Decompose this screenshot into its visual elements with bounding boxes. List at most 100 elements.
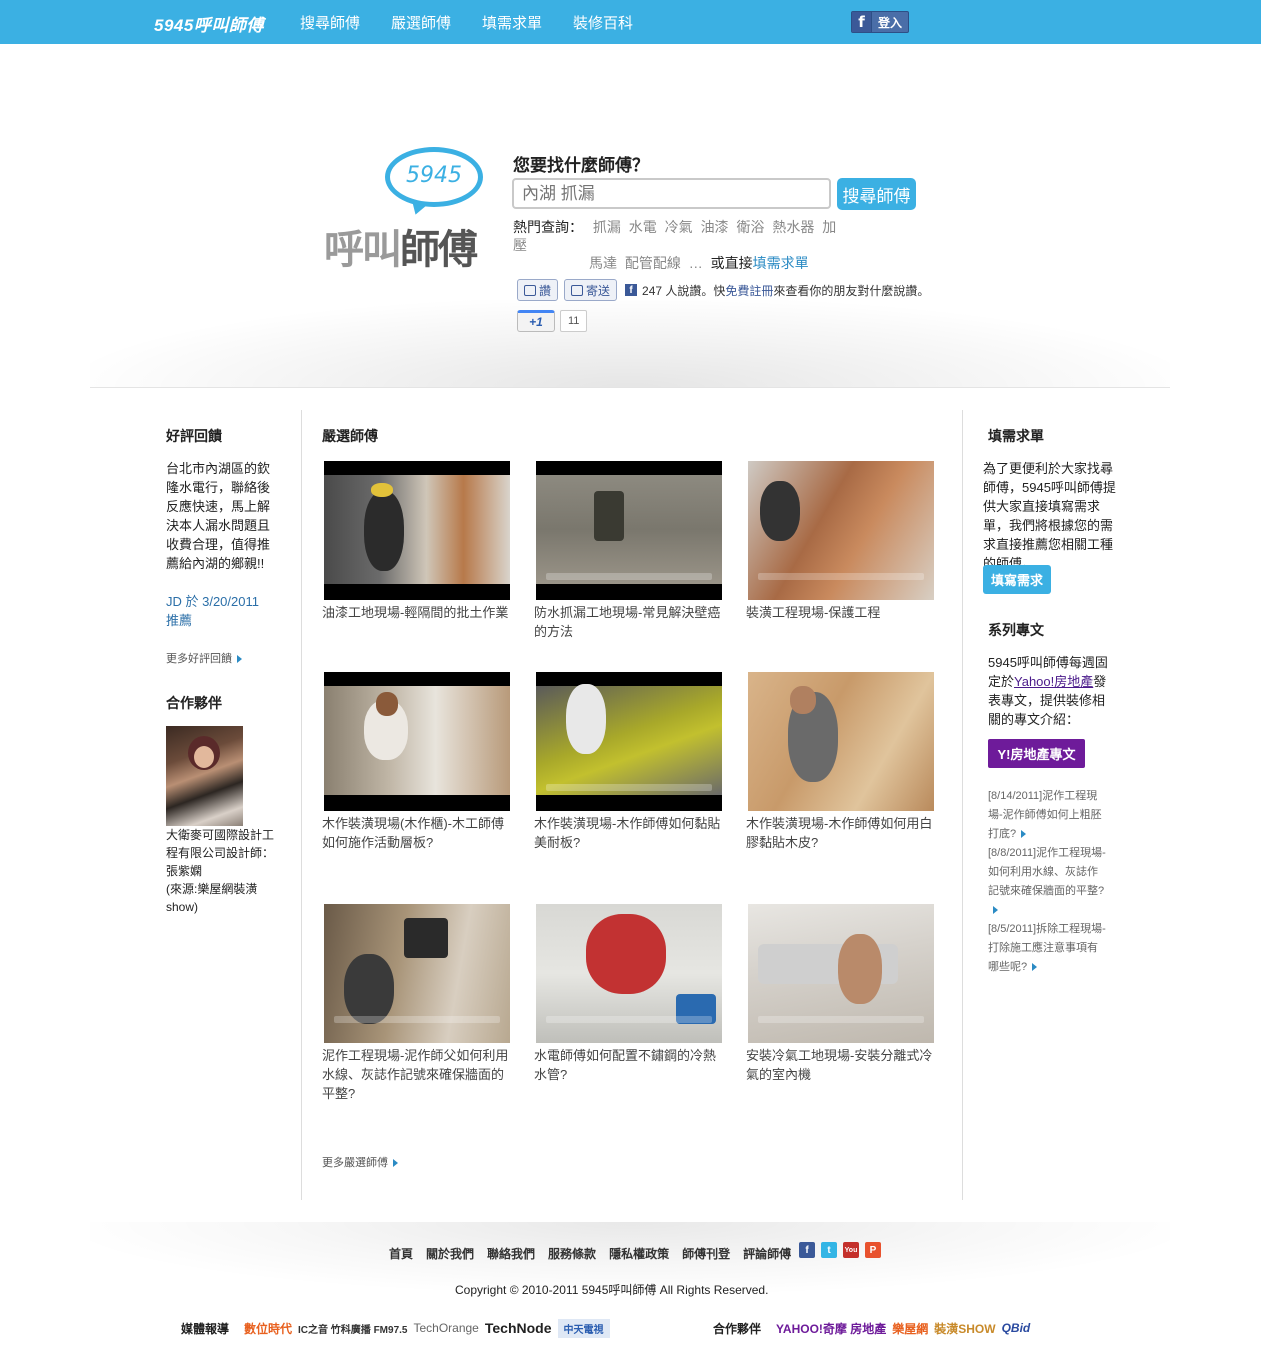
arrow-right-icon: [1032, 963, 1038, 972]
footer-link-home[interactable]: 首頁: [389, 1245, 413, 1262]
google-plus-row: +1 11: [517, 310, 588, 332]
hot-item-water-heater[interactable]: 熱水器: [772, 219, 814, 235]
footer-link-about[interactable]: 關於我們: [426, 1245, 474, 1262]
video-caption[interactable]: 木作裝潢現場-木作師傅如何用白膠黏貼木皮?: [746, 814, 936, 852]
site-logo: 5945 呼叫師傅: [322, 143, 487, 272]
media-logo[interactable]: TechOrange: [413, 1321, 478, 1335]
arrow-right-icon: [1021, 830, 1027, 839]
yahoo-realestate-link[interactable]: Yahoo!房地產: [1014, 674, 1093, 689]
logo-word-bold: 師傅: [400, 228, 478, 272]
partner-logo[interactable]: 裝潢SHOW: [934, 1320, 995, 1337]
partner-photo[interactable]: [166, 726, 243, 826]
search-question: 您要找什麼師傅？: [513, 156, 649, 175]
brand-logo[interactable]: 5945呼叫師傅: [154, 11, 264, 36]
send-label: 寄送: [586, 283, 611, 298]
more-masters-link[interactable]: 更多嚴選師傅: [322, 1154, 398, 1170]
video-caption[interactable]: 水電師傅如何配置不鏽鋼的冷熱水管?: [534, 1046, 724, 1084]
hot-item-motor[interactable]: 馬達: [589, 255, 617, 271]
fill-request-button[interactable]: 填寫需求: [983, 565, 1051, 594]
footer-links: 首頁 關於我們 聯絡我們 服務條款 隱私權政策 師傅刊登 評論師傅: [389, 1245, 804, 1262]
footer-link-privacy[interactable]: 隱私權政策: [609, 1245, 669, 1262]
facebook-like-row: 讚 寄送 f 247 人說讚。快 免費註冊 來查看你的朋友對什麼說讚。: [517, 279, 929, 301]
twitter-icon[interactable]: t: [821, 1242, 837, 1258]
video-subtitle-bar: [758, 573, 924, 580]
register-link[interactable]: 免費註冊: [725, 282, 773, 299]
footer-link-contact[interactable]: 聯絡我們: [487, 1245, 535, 1262]
login-label: 登入: [878, 15, 903, 30]
yahoo-column-button[interactable]: Y!房地產專文: [988, 739, 1085, 768]
search-button[interactable]: 搜尋師傅: [837, 178, 916, 210]
facebook-like-button[interactable]: 讚: [517, 279, 559, 301]
hot-item-paint[interactable]: 油漆: [701, 219, 729, 235]
nav-request-form[interactable]: 填需求單: [482, 12, 542, 33]
more-reviews-link[interactable]: 更多好評回饋: [166, 650, 242, 666]
partner-logo[interactable]: 樂屋網: [892, 1320, 928, 1337]
right-column-divider: [962, 410, 963, 1200]
article-link[interactable]: [8/14/2011]泥作工程現場-泥作師傅如何上粗胚打底?: [988, 787, 1108, 844]
like-count-text: f 247 人說讚。快 免費註冊 來查看你的朋友對什麼說讚。: [625, 282, 929, 299]
nav-selected-masters[interactable]: 嚴選師傅: [391, 12, 451, 33]
video-thumbnail[interactable]: [536, 904, 722, 1043]
video-caption[interactable]: 防水抓漏工地現場-常見解決壁癌的方法: [534, 603, 724, 641]
video-thumbnail[interactable]: [748, 672, 934, 811]
facebook-icon[interactable]: f: [799, 1242, 815, 1258]
nav-renovation-wiki[interactable]: 裝修百科: [573, 12, 633, 33]
google-plus-one-button[interactable]: +1: [517, 310, 555, 332]
video-thumbnail[interactable]: [324, 904, 510, 1043]
hero-shadow: [90, 300, 1170, 388]
partner-source: (來源:樂屋網裝潢show): [166, 882, 258, 914]
footer-link-listing[interactable]: 師傅刊登: [682, 1245, 730, 1262]
facebook-login-button[interactable]: f 登入: [851, 11, 909, 33]
video-thumbnail[interactable]: [536, 672, 722, 811]
nav-search-masters[interactable]: 搜尋師傅: [300, 12, 360, 33]
partner-caption: 大衛麥可國際設計工程有限公司設計師：張紫嫻 (來源:樂屋網裝潢show): [166, 826, 278, 916]
like-text-pre: 247 人說讚。快: [642, 283, 726, 298]
main-nav: 搜尋師傅 嚴選師傅 填需求單 裝修百科: [300, 12, 664, 33]
facebook-send-button[interactable]: 寄送: [564, 279, 618, 301]
footer-link-terms[interactable]: 服務條款: [548, 1245, 596, 1262]
partner-logo[interactable]: YAHOO!奇摩 房地產: [776, 1320, 886, 1337]
review-text: 台北市內湖區的欽隆水電行，聯絡後反應快速，馬上解決本人漏水問題且收費合理，值得推…: [166, 461, 271, 571]
hot-searches-label: 熱門查詢：: [513, 219, 583, 235]
footer-link-review[interactable]: 評論師傅: [743, 1245, 791, 1262]
hot-item-aircon[interactable]: 冷氣: [665, 219, 693, 235]
video-thumbnail[interactable]: [324, 672, 510, 811]
video-caption[interactable]: 油漆工地現場-輕隔間的批土作業: [322, 603, 512, 622]
review-author[interactable]: JD 於 3/20/2011 推薦: [166, 592, 286, 630]
media-logo[interactable]: TechNode: [485, 1320, 552, 1336]
article-title: [8/8/2011]泥作工程現場-如何利用水線、灰誌作記號來確保牆面的平整?: [988, 847, 1106, 897]
video-thumbnail[interactable]: [748, 461, 934, 600]
arrow-right-icon: [237, 655, 242, 664]
thumbs-up-icon: [524, 284, 536, 296]
article-link[interactable]: [8/8/2011]泥作工程現場-如何利用水線、灰誌作記號來確保牆面的平整?: [988, 844, 1108, 920]
media-logo[interactable]: IC之音 竹科廣播 FM97.5: [298, 1321, 407, 1336]
video-thumbnail[interactable]: [324, 461, 510, 600]
arrow-right-icon: [393, 1159, 398, 1168]
video-caption[interactable]: 裝潢工程現場-保護工程: [746, 603, 936, 622]
facebook-icon: f: [852, 12, 872, 32]
partner-logos: YAHOO!奇摩 房地產 樂屋網 裝潢SHOW QBid: [776, 1315, 1036, 1341]
youtube-icon[interactable]: You: [843, 1242, 859, 1258]
video-caption[interactable]: 木作裝潢現場(木作櫃)-木工師傅如何施作活動層板?: [322, 814, 512, 852]
video-subtitle-bar: [546, 573, 712, 580]
hot-item-plumbing[interactable]: 水電: [629, 219, 657, 235]
video-subtitle-bar: [334, 1016, 500, 1023]
video-thumbnail[interactable]: [536, 461, 722, 600]
partner-title: 合作夥伴: [166, 695, 222, 711]
logo-word-light: 呼叫: [324, 228, 402, 272]
video-caption[interactable]: 泥作工程現場-泥作師父如何利用水線、灰誌作記號來確保牆面的平整?: [322, 1046, 512, 1103]
article-link[interactable]: [8/5/2011]拆除工程現場-打除施工應注意事項有哪些呢?: [988, 920, 1108, 977]
hot-request-link[interactable]: 填需求單: [753, 255, 809, 271]
selected-masters-title: 嚴選師傅: [322, 428, 378, 444]
hot-item-wiring[interactable]: 配管配線: [625, 255, 681, 271]
media-logo[interactable]: 中天電視: [557, 1318, 610, 1338]
media-logo[interactable]: 數位時代: [244, 1320, 292, 1337]
video-thumbnail[interactable]: [748, 904, 934, 1043]
hot-item-leak[interactable]: 抓漏: [593, 219, 621, 235]
partner-logo[interactable]: QBid: [1002, 1321, 1031, 1335]
hot-item-bathroom[interactable]: 衛浴: [736, 219, 764, 235]
search-input[interactable]: [512, 178, 831, 209]
video-caption[interactable]: 安裝冷氣工地現場-安裝分離式冷氣的室內機: [746, 1046, 936, 1084]
video-caption[interactable]: 木作裝潢現場-木作師傅如何黏貼美耐板?: [534, 814, 724, 852]
plurk-icon[interactable]: P: [865, 1242, 881, 1258]
